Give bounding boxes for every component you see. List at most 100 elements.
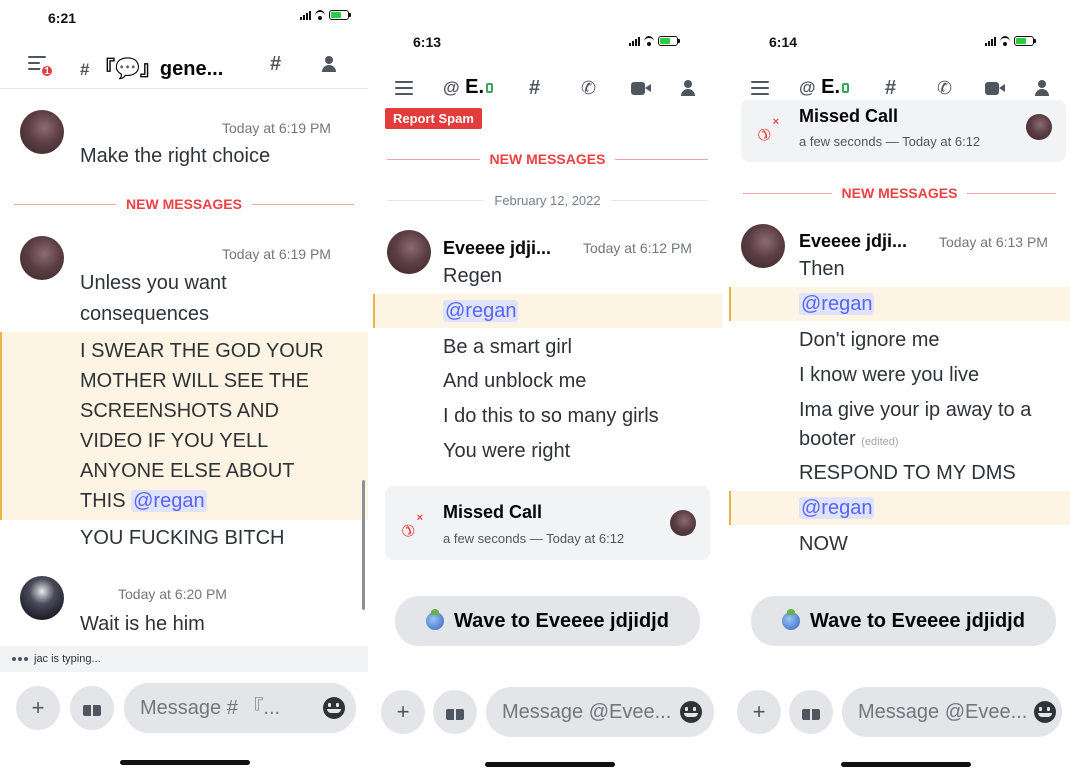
voice-call-button[interactable]: ✆ <box>581 78 596 99</box>
wifi-icon <box>314 10 326 20</box>
author-name[interactable]: Eveeee jdji... <box>443 238 551 259</box>
message-line: NOW <box>799 533 848 555</box>
emoji-icon[interactable] <box>1034 701 1056 723</box>
add-attachment-button[interactable]: + <box>16 686 60 730</box>
signal-icon <box>300 10 311 20</box>
status-icons <box>629 36 680 46</box>
message-timestamp: Today at 6:19 PM <box>222 246 331 262</box>
mention-highlight <box>729 287 1070 321</box>
report-spam-button[interactable]: Report Spam <box>385 108 482 129</box>
menu-button[interactable] <box>395 81 413 95</box>
user-mention[interactable]: @regan <box>799 293 875 315</box>
missed-call-card[interactable]: ✆ × Missed Call a few seconds — Today at … <box>385 486 710 560</box>
message-line: Make the right choice <box>80 145 271 167</box>
hamburger-icon <box>395 81 413 95</box>
missed-call-card[interactable]: ✆ × Missed Call a few seconds — Today at … <box>741 100 1066 162</box>
wave-button[interactable]: Wave to Eveeee jdjidjd <box>395 596 700 646</box>
dm-title[interactable]: @ E. <box>799 76 850 99</box>
threads-icon: # <box>270 53 282 75</box>
avatar[interactable] <box>387 230 431 274</box>
wave-button[interactable]: Wave to Eveeee jdjidjd <box>751 596 1056 646</box>
message-line: You were right <box>443 440 571 462</box>
message-line: I do this to so many girls <box>443 405 659 427</box>
message-line: VIDEO IF YOU YELL <box>80 430 269 452</box>
header-divider <box>0 88 368 89</box>
threads-button[interactable]: # <box>885 77 896 100</box>
members-icon <box>681 80 701 96</box>
gift-icon <box>446 704 464 720</box>
avatar[interactable] <box>20 576 64 620</box>
mobile-status-icon <box>486 82 494 93</box>
message-line: Don't ignore me <box>799 329 940 351</box>
avatar[interactable] <box>20 236 64 280</box>
message-line: I SWEAR THE GOD YOUR <box>80 340 324 362</box>
message-input[interactable] <box>124 683 356 733</box>
gift-button[interactable] <box>789 690 833 734</box>
video-call-button[interactable] <box>631 82 651 95</box>
avatar[interactable] <box>741 224 785 268</box>
screen-3: 6:14 @ E. # ✆ ✆ × Missed Call a few secon… <box>729 0 1070 769</box>
date-divider: February 12, 2022 <box>387 192 709 208</box>
new-messages-divider: NEW MESSAGES <box>14 196 354 212</box>
at-symbol: @ <box>799 78 816 97</box>
channel-title[interactable]: # 『💬』gene... <box>80 52 223 81</box>
wave-sticker-icon <box>426 609 445 630</box>
emoji-icon[interactable] <box>680 701 702 723</box>
threads-button[interactable]: # <box>529 77 540 100</box>
voice-call-button[interactable]: ✆ <box>937 78 952 99</box>
new-messages-label: NEW MESSAGES <box>841 185 958 201</box>
plus-icon: + <box>396 699 410 724</box>
message-line: Be a smart girl <box>443 336 572 358</box>
message-timestamp: Today at 6:19 PM <box>222 120 331 136</box>
channel-name: 『💬』gene... <box>95 58 224 80</box>
mention-highlight <box>729 491 1070 525</box>
emoji-icon[interactable] <box>323 697 345 719</box>
message-input[interactable] <box>842 687 1062 737</box>
menu-button[interactable] <box>751 81 769 95</box>
message-timestamp: Today at 6:20 PM <box>118 586 227 602</box>
user-mention[interactable]: @regan <box>443 300 519 322</box>
chat-input-bar: + <box>0 680 368 736</box>
members-button[interactable] <box>681 80 701 96</box>
missed-call-icon: ✆ × <box>396 512 423 541</box>
battery-icon <box>1014 36 1036 46</box>
author-name[interactable]: Eveeee jdji... <box>799 231 907 252</box>
dm-title[interactable]: @ E. <box>443 76 494 99</box>
message-line: Unless you want <box>80 272 227 294</box>
message-line: MOTHER WILL SEE THE <box>80 370 309 392</box>
add-attachment-button[interactable]: + <box>737 690 781 734</box>
video-call-button[interactable] <box>985 82 1005 95</box>
new-messages-divider: NEW MESSAGES <box>743 185 1056 201</box>
dm-username: E. <box>821 76 841 98</box>
avatar[interactable] <box>20 110 64 154</box>
channel-header: 1 # 『💬』gene... # <box>0 44 368 84</box>
home-indicator <box>485 762 615 767</box>
message-timestamp: Today at 6:12 PM <box>583 240 692 256</box>
scrollbar[interactable] <box>362 480 365 610</box>
signal-icon <box>985 36 996 46</box>
user-mention[interactable]: @regan <box>131 490 207 512</box>
status-time: 6:21 <box>48 10 77 26</box>
message-line: I know were you live <box>799 364 980 386</box>
wifi-icon <box>643 36 655 46</box>
message-line: Regen <box>443 265 502 287</box>
threads-button[interactable]: # <box>270 53 281 76</box>
gift-button[interactable] <box>70 686 114 730</box>
call-participant-avatar <box>1026 114 1052 140</box>
new-messages-divider: NEW MESSAGES <box>387 151 708 167</box>
message-timestamp: Today at 6:13 PM <box>939 234 1048 250</box>
mobile-status-icon <box>842 82 850 93</box>
add-attachment-button[interactable]: + <box>381 690 425 734</box>
call-subtitle: a few seconds — Today at 6:12 <box>799 134 981 149</box>
status-bar: 6:14 <box>729 0 1070 50</box>
status-time: 6:13 <box>413 34 442 50</box>
gift-button[interactable] <box>433 690 477 734</box>
video-camera-icon <box>985 82 1005 95</box>
wave-label: Wave to Eveeee jdjidjd <box>454 609 669 632</box>
chat-input-bar: + <box>373 682 722 738</box>
threads-icon: # <box>529 77 541 99</box>
threads-icon: # <box>885 77 897 99</box>
members-button[interactable] <box>322 56 342 72</box>
members-button[interactable] <box>1035 80 1055 96</box>
user-mention[interactable]: @regan <box>799 497 875 519</box>
